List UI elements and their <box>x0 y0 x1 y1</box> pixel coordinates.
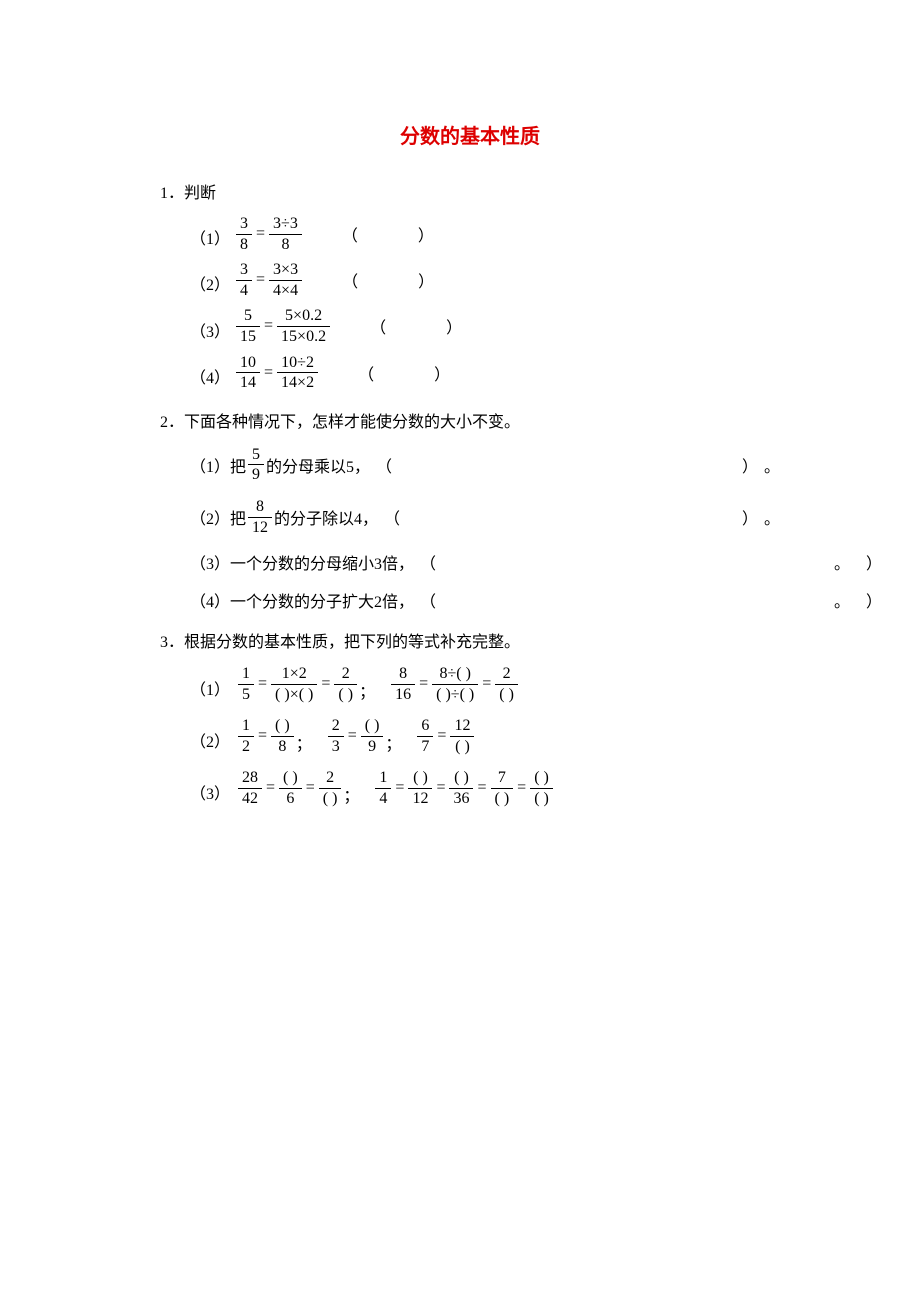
q2-item-1: （1）把 59 的分母乘以5， （ ） 。 <box>190 446 780 484</box>
paren-open: （ <box>342 222 358 246</box>
paren-close: ） <box>418 222 434 246</box>
q2-item-4: （4）一个分数的分子扩大2倍， （ ） 。 <box>190 588 780 612</box>
q2-item-2: （2）把 812 的分子除以4， （ ） 。 <box>190 498 780 536</box>
q1-4-label: （4） <box>190 364 230 392</box>
q1-2-math: 34 = 3×34×4 <box>236 261 302 299</box>
page-title: 分数的基本性质 <box>160 120 780 149</box>
q2-item-3: （3）一个分数的分母缩小3倍， （ ） 。 <box>190 550 780 574</box>
q1-1-math: 38 = 3÷38 <box>236 215 302 253</box>
q1-3-math: 515 = 5×0.215×0.2 <box>236 307 330 345</box>
q1-2-label: （2） <box>190 271 230 299</box>
q1-item-3: （3） 515 = 5×0.215×0.2 （ ） <box>190 307 780 345</box>
q3-head: 3．根据分数的基本性质，把下列的等式补充完整。 <box>160 628 780 652</box>
q1-item-1: （1） 38 = 3÷38 （ ） <box>190 215 780 253</box>
q1-item-4: （4） 1014 = 10÷214×2 （ ） <box>190 354 780 392</box>
q1-4-math: 1014 = 10÷214×2 <box>236 354 318 392</box>
q2-head: 2．下面各种情况下，怎样才能使分数的大小不变。 <box>160 408 780 432</box>
q1-3-label: （3） <box>190 318 230 346</box>
q1-head: 1．判断 <box>160 179 780 203</box>
q3-row-3: （3） 2842 = ( )6 = 2( ) ； 14 = ( )12 = ( … <box>190 768 780 808</box>
q1-item-2: （2） 34 = 3×34×4 （ ） <box>190 261 780 299</box>
worksheet-page: 分数的基本性质 1．判断 （1） 38 = 3÷38 （ ） （2） 34 = … <box>0 0 920 880</box>
q3-row-2: （2） 12 = ( )8 ； 23 = ( )9 ； 67 = 12( ) <box>190 716 780 756</box>
equals: = <box>256 225 265 243</box>
q3-row-1: （1） 15 = 1×2( )×( ) = 2( ) ； 816 = 8÷( )… <box>190 664 780 704</box>
q1-1-label: （1） <box>190 225 230 253</box>
